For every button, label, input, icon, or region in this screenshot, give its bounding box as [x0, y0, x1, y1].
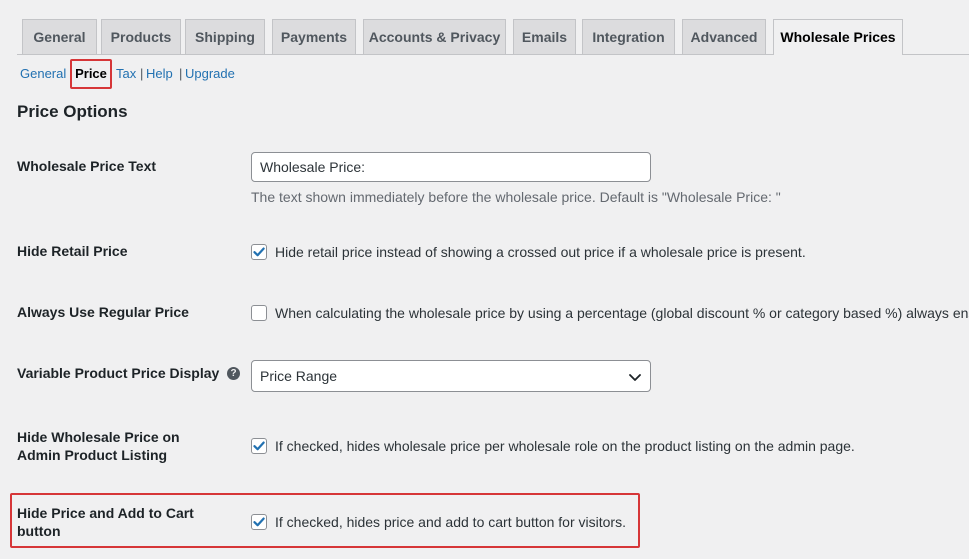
subnav-separator: | [179, 66, 183, 81]
subnav-help-link[interactable]: Help [146, 66, 173, 81]
always-use-regular-price-checkbox[interactable] [251, 305, 267, 321]
chevron-down-icon [629, 374, 641, 381]
variable-price-display-select[interactable]: Price Range [251, 360, 651, 392]
hide-wholesale-admin-label-line2: Admin Product Listing [17, 447, 168, 463]
variable-price-display-label: Variable Product Price Display [17, 365, 220, 381]
hide-wholesale-admin-text: If checked, hides wholesale price per wh… [275, 438, 855, 454]
hide-price-add-to-cart-checkbox[interactable] [251, 514, 267, 530]
subnav-tax-link[interactable]: Tax [116, 66, 136, 81]
tab-products[interactable]: Products [101, 19, 181, 54]
tab-emails[interactable]: Emails [513, 19, 576, 54]
always-use-regular-price-label: Always Use Regular Price [17, 304, 189, 320]
help-icon[interactable]: ? [227, 367, 240, 380]
tab-integration[interactable]: Integration [582, 19, 675, 54]
checkmark-icon [253, 441, 265, 451]
wholesale-price-text-description: The text shown immediately before the wh… [251, 189, 781, 205]
wholesale-price-text-label: Wholesale Price Text [17, 158, 157, 174]
hide-price-add-to-cart-text: If checked, hides price and add to cart … [275, 514, 626, 530]
subnav-separator: | [140, 66, 144, 81]
settings-tabs: General Products Shipping Payments Accou… [0, 0, 969, 55]
tab-general[interactable]: General [22, 19, 97, 54]
hide-wholesale-admin-label-line1: Hide Wholesale Price on [17, 429, 180, 445]
checkmark-icon [253, 517, 265, 527]
tab-wholesale-prices[interactable]: Wholesale Prices [773, 19, 903, 55]
hide-retail-price-text: Hide retail price instead of showing a c… [275, 244, 806, 260]
hide-retail-price-label: Hide Retail Price [17, 243, 128, 259]
hide-price-add-to-cart-label: Hide Price and Add to Cart button [17, 504, 194, 540]
tab-shipping[interactable]: Shipping [185, 19, 265, 54]
hide-retail-price-checkbox[interactable] [251, 244, 267, 260]
always-use-regular-price-text: When calculating the wholesale price by … [275, 305, 969, 321]
tab-accounts-privacy[interactable]: Accounts & Privacy [363, 19, 506, 54]
checkmark-icon [253, 247, 265, 257]
subnav-general-link[interactable]: General [20, 66, 66, 81]
hide-wholesale-admin-label: Hide Wholesale Price on Admin Product Li… [17, 428, 180, 464]
hide-price-add-to-cart-label-line2: button [17, 523, 61, 539]
tab-advanced[interactable]: Advanced [682, 19, 766, 54]
section-title: Price Options [17, 102, 128, 121]
tab-payments[interactable]: Payments [272, 19, 356, 54]
subnav-price-current[interactable]: Price [70, 59, 112, 89]
hide-wholesale-admin-checkbox[interactable] [251, 438, 267, 454]
hide-price-add-to-cart-label-line1: Hide Price and Add to Cart [17, 505, 194, 521]
subnav-upgrade-link[interactable]: Upgrade [185, 66, 235, 81]
variable-price-display-value: Price Range [260, 368, 338, 384]
wholesale-price-text-input[interactable] [251, 152, 651, 182]
